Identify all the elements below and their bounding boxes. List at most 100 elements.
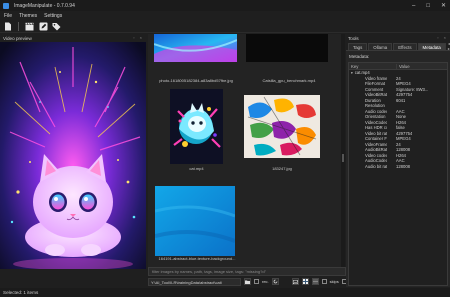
close-button[interactable]: ✕	[441, 2, 446, 9]
new-button[interactable]	[3, 21, 13, 31]
edit-button[interactable]	[38, 21, 48, 31]
metadata-value: 128008	[396, 163, 410, 169]
grid-icon	[302, 279, 308, 284]
thumbnail-item[interactable]	[246, 34, 328, 62]
maximize-button[interactable]: □	[426, 3, 430, 9]
tools-title: Tools	[348, 35, 359, 41]
metadata-key: Container Format	[365, 136, 387, 142]
list-icon	[312, 279, 318, 284]
metadata-value: 4297754	[396, 92, 413, 98]
scrollbar-handle[interactable]	[342, 154, 344, 162]
refresh-icon	[273, 279, 278, 284]
tab-ollama[interactable]: Ollama	[368, 43, 393, 50]
window-controls: – □ ✕	[412, 0, 446, 11]
metadata-table[interactable]: Key Value ▾ cat.mp4 Video frame rate 24 Fi…	[348, 62, 448, 286]
thumbnail-item[interactable]	[154, 34, 237, 62]
key-column-header[interactable]: Key	[349, 63, 397, 69]
image-view-button[interactable]	[291, 278, 299, 285]
value-column-header[interactable]: Value	[397, 64, 410, 69]
refresh-button[interactable]	[271, 278, 279, 285]
status-bar: Selected: 1 items	[0, 288, 450, 297]
video-preview[interactable]	[0, 42, 146, 269]
thumbnail-image	[155, 186, 235, 256]
video-preview-title: Video preview	[3, 35, 32, 41]
menu-file[interactable]: File	[4, 13, 12, 19]
tab-tags[interactable]: Tags	[348, 43, 368, 50]
video-preview-header: Video preview ▫ ×	[0, 34, 146, 42]
thumbnail-label: 183247.jpg	[272, 166, 292, 171]
metadata-value: false	[396, 125, 405, 131]
panel-controls[interactable]: ▫ ×	[133, 35, 144, 40]
metadata-key: Audio bit rate	[365, 163, 387, 169]
metadata-group-label: cat.mp4	[354, 70, 370, 76]
metadata-value: 128008	[396, 147, 410, 153]
metadata-panel: Metadata: Key Value ▾ cat.mp4 Video fram…	[346, 50, 450, 287]
tags-icon	[52, 22, 61, 30]
thumbnail-image	[244, 95, 320, 158]
panel-controls[interactable]: ▫ ×	[437, 35, 448, 40]
metadata-key: Has HDR content	[365, 125, 387, 131]
folder-button[interactable]	[244, 278, 251, 285]
skips-checkbox[interactable]	[321, 279, 327, 284]
thumbnail-item[interactable]	[244, 95, 320, 158]
toolbar	[0, 20, 450, 33]
browser-scrollbar[interactable]	[341, 34, 345, 267]
metadata-value: AAC	[396, 158, 405, 164]
metadata-key: Resolution	[365, 103, 385, 109]
metadata-key: FileFormat	[365, 81, 386, 87]
status-text: Selected: 1 items	[3, 290, 39, 295]
minimize-button[interactable]: –	[412, 3, 415, 9]
metadata-value: 4297754	[396, 130, 413, 136]
menu-themes[interactable]: Themes	[19, 13, 37, 19]
menu-bar: File Themes Settings	[0, 11, 450, 20]
cat-preview-image	[0, 42, 146, 269]
metadata-label: Metadata:	[349, 54, 370, 59]
rec-checkbox[interactable]	[254, 279, 259, 284]
app-logo-icon	[3, 2, 9, 9]
tools-tabs: Tags Ollama Effects Metadata ◂ ▸	[346, 41, 450, 51]
metadata-key: Video codec	[365, 152, 387, 158]
metadata-value: MPEG4	[396, 81, 411, 87]
edit-icon	[39, 22, 47, 30]
path-input[interactable]: Y:\AI_Tool\ILR\trainingData\abstract\cat…	[148, 277, 241, 286]
filter-input[interactable]: filter images by names, path, tags, imag…	[148, 267, 346, 276]
metadata-value: H264	[396, 119, 407, 125]
tags-button[interactable]	[52, 21, 62, 31]
thumbnail-label: Catsilla_gpu_benchmark.mp4	[262, 78, 316, 83]
image-browser[interactable]: photo-1618005182384-a83a8bd57fbe.jpg Cat…	[148, 34, 341, 267]
image-icon	[292, 279, 298, 284]
metadata-key: AudioCodec	[365, 158, 387, 164]
toolbar-separator	[18, 21, 19, 31]
new-icon	[5, 22, 11, 30]
chevron-down-icon[interactable]: ▾	[351, 71, 353, 75]
metadata-value: AAC	[396, 108, 405, 114]
tab-metadata[interactable]: Metadata	[417, 43, 446, 50]
metadata-value: 6041	[396, 97, 406, 103]
metadata-value: 24	[396, 141, 401, 147]
rec-label: rec.	[262, 279, 269, 284]
thumbnail-image	[170, 89, 223, 164]
window-title: ImageManipulate - 0.7.0.94	[14, 2, 75, 9]
grid-view-button[interactable]	[301, 278, 309, 285]
metadata-header: Key Value	[349, 63, 447, 70]
tools-header: Tools ▫ ×	[346, 34, 450, 42]
thumbnail-item[interactable]	[155, 186, 235, 256]
thumbnail-label: cat.mp4	[189, 166, 204, 171]
title-bar: ImageManipulate - 0.7.0.94 – □ ✕	[0, 0, 450, 11]
menu-settings[interactable]: Settings	[44, 13, 62, 19]
thumbnail-label: 164191-abstract-blue-texture-background.…	[158, 256, 236, 261]
folder-icon	[245, 280, 250, 284]
list-view-button[interactable]	[311, 278, 319, 285]
tab-effects[interactable]: Effects	[393, 43, 417, 50]
thumbnail-item[interactable]	[170, 89, 223, 164]
metadata-key: VideoCodec	[365, 119, 387, 125]
metadata-row[interactable]: Audio bit rate 128008	[349, 164, 447, 170]
metadata-key: VideoFrameRate	[365, 141, 387, 147]
metadata-key: VideoBitRate	[365, 92, 387, 98]
thumbnail-label: photo-1618005182384-a83a8bd57fbe.jpg	[159, 78, 233, 83]
metadata-key: Duration	[365, 97, 381, 103]
metadata-value: 24	[396, 75, 401, 81]
metadata-value: MPEG4	[396, 136, 411, 142]
metadata-key: Video bit rate	[365, 130, 387, 136]
video-button[interactable]	[24, 21, 34, 31]
